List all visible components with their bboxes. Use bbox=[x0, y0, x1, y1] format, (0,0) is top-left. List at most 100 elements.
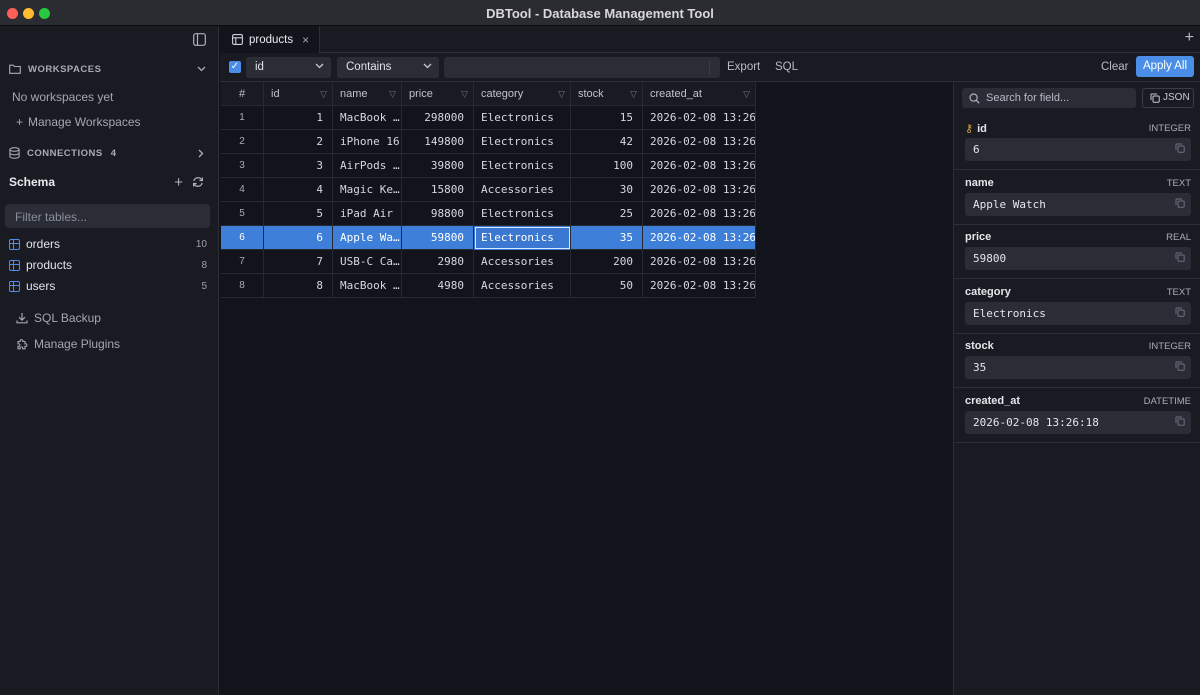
clear-button[interactable]: Clear bbox=[1101, 61, 1128, 73]
grid-cell[interactable]: 100 bbox=[571, 154, 643, 178]
grid-cell[interactable]: 6 bbox=[221, 226, 264, 250]
copy-icon[interactable] bbox=[1175, 252, 1185, 265]
table-row[interactable]: 1 1 MacBook … 298000 Electronics 15 2026-02-08… bbox=[221, 106, 756, 130]
connections-header[interactable]: CONNECTIONS 4 bbox=[0, 146, 219, 160]
manage-plugins-button[interactable]: Manage Plugins bbox=[0, 336, 219, 352]
grid-cell[interactable]: Electronics bbox=[474, 130, 571, 154]
grid-cell[interactable]: 4980 bbox=[402, 274, 474, 298]
copy-icon[interactable] bbox=[1175, 198, 1185, 211]
grid-cell[interactable]: 6 bbox=[264, 226, 333, 250]
column-header[interactable]: # bbox=[221, 82, 264, 106]
grid-cell[interactable]: Electronics bbox=[474, 202, 571, 226]
column-filter-icon[interactable]: ▽ bbox=[558, 82, 565, 106]
grid-cell[interactable]: 2026-02-08 13:26… bbox=[643, 274, 756, 298]
grid-cell[interactable]: iPad Air bbox=[333, 202, 402, 226]
grid-cell[interactable]: 25 bbox=[571, 202, 643, 226]
grid-cell[interactable]: 39800 bbox=[402, 154, 474, 178]
grid-cell[interactable]: 2026-02-08 13:26… bbox=[643, 106, 756, 130]
copy-icon[interactable] bbox=[1175, 143, 1185, 156]
filter-tables-input[interactable]: Filter tables... bbox=[5, 204, 210, 228]
grid-cell[interactable]: 4 bbox=[221, 178, 264, 202]
sql-backup-button[interactable]: SQL Backup bbox=[0, 310, 219, 326]
grid-cell[interactable]: USB-C Ca… bbox=[333, 250, 402, 274]
manage-workspaces-link[interactable]: + Manage Workspaces bbox=[0, 115, 219, 129]
table-row[interactable]: 7 7 USB-C Ca… 2980 Accessories 200 2026-02-08 … bbox=[221, 250, 756, 274]
grid-cell[interactable]: Accessories bbox=[474, 178, 571, 202]
grid-cell[interactable]: 59800 bbox=[402, 226, 474, 250]
grid-cell[interactable]: 2026-02-08 13:26… bbox=[643, 250, 756, 274]
toggle-sidebar-icon[interactable] bbox=[193, 33, 206, 46]
field-value[interactable]: Electronics bbox=[965, 301, 1191, 325]
grid-cell[interactable]: 8 bbox=[264, 274, 333, 298]
grid-cell[interactable]: 2026-02-08 13:26… bbox=[643, 178, 756, 202]
column-filter-icon[interactable]: ▽ bbox=[389, 82, 396, 106]
grid-cell[interactable]: 298000 bbox=[402, 106, 474, 130]
grid-cell[interactable]: 5 bbox=[264, 202, 333, 226]
grid-cell[interactable]: 15 bbox=[571, 106, 643, 130]
grid-cell[interactable]: Accessories bbox=[474, 250, 571, 274]
close-tab-icon[interactable]: × bbox=[302, 33, 309, 47]
table-row[interactable]: 5 5 iPad Air 98800 Electronics 25 2026-02-08 1… bbox=[221, 202, 756, 226]
refresh-icon[interactable] bbox=[192, 176, 204, 188]
grid-cell[interactable]: Accessories bbox=[474, 274, 571, 298]
grid-cell[interactable]: MacBook … bbox=[333, 106, 402, 130]
field-value[interactable]: Apple Watch bbox=[965, 192, 1191, 216]
grid-cell[interactable]: Electronics bbox=[474, 154, 571, 178]
grid-cell[interactable]: 7 bbox=[264, 250, 333, 274]
field-value[interactable]: 2026-02-08 13:26:18 bbox=[965, 411, 1191, 434]
grid-cell[interactable]: 35 bbox=[571, 226, 643, 250]
table-item-users[interactable]: users 5 bbox=[0, 276, 219, 296]
grid-cell[interactable]: 98800 bbox=[402, 202, 474, 226]
grid-cell[interactable]: 2026-02-08 13:26… bbox=[643, 130, 756, 154]
grid-cell[interactable]: 2980 bbox=[402, 250, 474, 274]
json-button[interactable]: JSON bbox=[1142, 88, 1194, 108]
column-filter-icon[interactable]: ▽ bbox=[630, 82, 637, 106]
grid-cell[interactable]: 149800 bbox=[402, 130, 474, 154]
column-filter-icon[interactable]: ▽ bbox=[320, 82, 327, 106]
workspaces-header[interactable]: WORKSPACES bbox=[0, 62, 219, 76]
export-button[interactable]: Export bbox=[727, 61, 760, 73]
table-row[interactable]: 6 6 Apple Wa… 59800 Electronics 35 2026-02-08 … bbox=[221, 226, 756, 250]
grid-cell[interactable]: 4 bbox=[264, 178, 333, 202]
grid-cell[interactable]: 2026-02-08 13:26… bbox=[643, 202, 756, 226]
table-item-orders[interactable]: orders 10 bbox=[0, 234, 219, 254]
grid-cell[interactable]: 2 bbox=[264, 130, 333, 154]
grid-cell[interactable]: 30 bbox=[571, 178, 643, 202]
grid-cell[interactable]: 2026-02-08 13:26… bbox=[643, 154, 756, 178]
filter-column-select[interactable]: id bbox=[246, 57, 331, 78]
table-row[interactable]: 8 8 MacBook … 4980 Accessories 50 2026-02-08 1… bbox=[221, 274, 756, 298]
column-header[interactable]: created_at ▽ bbox=[643, 82, 756, 106]
grid-cell[interactable]: iPhone 16 bbox=[333, 130, 402, 154]
grid-cell[interactable]: MacBook … bbox=[333, 274, 402, 298]
grid-cell[interactable]: 3 bbox=[221, 154, 264, 178]
filter-enabled-checkbox[interactable]: ✓ bbox=[229, 61, 241, 73]
column-header[interactable]: category ▽ bbox=[474, 82, 571, 106]
chevron-right-icon[interactable] bbox=[198, 149, 204, 158]
tab-products[interactable]: products × bbox=[220, 26, 320, 53]
table-item-products[interactable]: products 8 bbox=[0, 255, 219, 275]
grid-cell[interactable]: 50 bbox=[571, 274, 643, 298]
grid-cell[interactable]: AirPods … bbox=[333, 154, 402, 178]
field-value[interactable]: 35 bbox=[965, 356, 1191, 380]
field-search-input[interactable]: Search for field... bbox=[962, 88, 1136, 108]
field-value[interactable]: 59800 bbox=[965, 247, 1191, 271]
grid-cell[interactable]: 15800 bbox=[402, 178, 474, 202]
column-filter-icon[interactable]: ▽ bbox=[743, 82, 750, 106]
chevron-down-icon[interactable] bbox=[197, 66, 206, 72]
add-tab-button[interactable]: + bbox=[1185, 29, 1194, 47]
table-row[interactable]: 4 4 Magic Ke… 15800 Accessories 30 2026-02-08 … bbox=[221, 178, 756, 202]
grid-cell[interactable]: 1 bbox=[264, 106, 333, 130]
grid-cell[interactable]: 200 bbox=[571, 250, 643, 274]
grid-cell[interactable]: 2 bbox=[221, 130, 264, 154]
add-table-icon[interactable]: + bbox=[174, 174, 183, 191]
grid-cell[interactable]: 7 bbox=[221, 250, 264, 274]
column-header[interactable]: price ▽ bbox=[402, 82, 474, 106]
grid-cell[interactable]: 1 bbox=[221, 106, 264, 130]
filter-operator-select[interactable]: Contains bbox=[337, 57, 439, 78]
column-filter-icon[interactable]: ▽ bbox=[461, 82, 468, 106]
column-header[interactable]: name ▽ bbox=[333, 82, 402, 106]
column-header[interactable]: id ▽ bbox=[264, 82, 333, 106]
copy-icon[interactable] bbox=[1175, 307, 1185, 320]
grid-cell[interactable]: 2026-02-08 13:26… bbox=[643, 226, 756, 250]
apply-all-button[interactable]: Apply All bbox=[1136, 56, 1194, 77]
